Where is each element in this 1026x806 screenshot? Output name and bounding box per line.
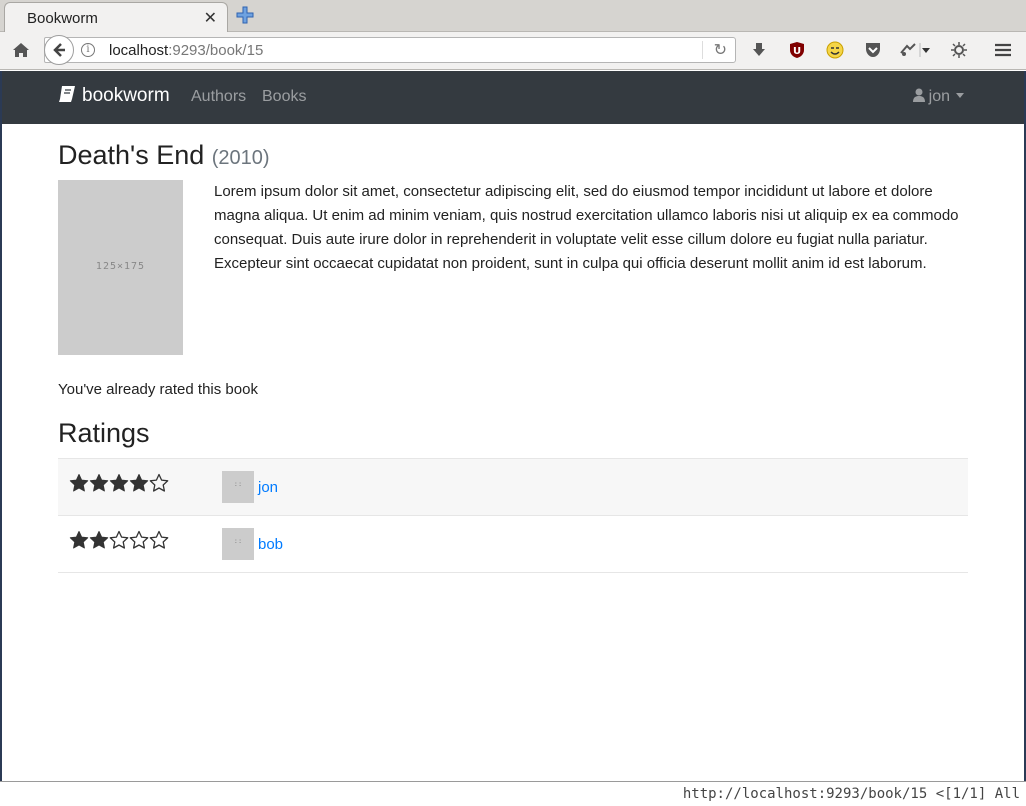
ublock-icon[interactable]: U xyxy=(788,41,806,59)
star-filled-icon xyxy=(109,474,129,492)
star-filled-icon xyxy=(89,474,109,492)
ratings-table: :: jon :: bob xyxy=(58,458,968,573)
avatar-placeholder-label: :: xyxy=(233,480,243,488)
rating-user: :: bob xyxy=(222,528,283,560)
app-navbar: bookworm Authors Books jon xyxy=(2,71,1024,124)
reload-icon[interactable]: ↻ xyxy=(714,40,727,60)
star-filled-icon xyxy=(129,474,149,492)
menu-icon[interactable] xyxy=(994,43,1012,57)
user-menu-dropdown[interactable]: jon xyxy=(912,88,964,106)
star-rating xyxy=(69,472,169,496)
close-tab-icon[interactable]: ✕ xyxy=(204,8,217,28)
star-rating xyxy=(69,529,169,553)
browser-tab[interactable]: Bookworm ✕ xyxy=(4,2,228,32)
home-icon[interactable] xyxy=(12,42,30,58)
table-row: :: bob xyxy=(58,516,968,573)
new-tab-icon[interactable] xyxy=(236,6,254,24)
rating-user: :: jon xyxy=(222,471,278,503)
book-icon xyxy=(59,86,75,102)
url-bar[interactable]: i localhost:9293/book/15 ↻ xyxy=(44,37,736,63)
status-url: http://localhost:9293/book/15 <[1/1] All xyxy=(682,786,1020,802)
table-row: :: jon xyxy=(58,459,968,516)
user-link[interactable]: bob xyxy=(258,536,283,553)
cover-placeholder-label: 125×175 xyxy=(95,261,146,272)
emoji-icon[interactable] xyxy=(826,41,844,59)
star-empty-icon xyxy=(149,473,169,492)
already-rated-message: You've already rated this book xyxy=(58,381,258,398)
back-arrow-icon xyxy=(53,43,65,57)
user-name: jon xyxy=(928,88,950,105)
star-filled-icon xyxy=(69,474,89,492)
avatar: :: xyxy=(222,528,254,560)
nav-books[interactable]: Books xyxy=(262,88,306,106)
pocket-icon[interactable] xyxy=(864,42,882,58)
book-title-heading: Death's End (2010) xyxy=(58,140,270,171)
star-empty-icon xyxy=(109,530,129,549)
chevron-down-icon xyxy=(956,93,964,98)
brand-label: bookworm xyxy=(82,85,170,106)
avatar: :: xyxy=(222,471,254,503)
nav-authors[interactable]: Authors xyxy=(191,88,246,106)
extension-icon[interactable] xyxy=(898,41,932,59)
info-icon[interactable]: i xyxy=(81,43,95,57)
browser-toolbar: i localhost:9293/book/15 ↻ U xyxy=(0,32,1026,70)
url-text[interactable]: localhost:9293/book/15 xyxy=(109,42,263,59)
star-filled-icon xyxy=(89,531,109,549)
user-icon xyxy=(912,88,925,102)
settings-gear-icon[interactable] xyxy=(950,41,968,59)
download-icon[interactable] xyxy=(751,42,767,58)
viewport-left-border xyxy=(0,71,2,783)
back-button[interactable] xyxy=(44,35,74,65)
tab-title: Bookworm xyxy=(27,10,98,27)
book-year: (2010) xyxy=(211,147,270,169)
star-empty-icon xyxy=(129,530,149,549)
star-filled-icon xyxy=(69,531,89,549)
url-separator xyxy=(702,41,703,59)
star-empty-icon xyxy=(149,530,169,549)
avatar-placeholder-label: :: xyxy=(233,537,243,545)
browser-tab-bar: Bookworm ✕ xyxy=(0,0,1026,32)
browser-status-bar: http://localhost:9293/book/15 <[1/1] All xyxy=(0,781,1026,806)
user-link[interactable]: jon xyxy=(258,479,278,496)
svg-text:U: U xyxy=(793,46,801,57)
book-cover-placeholder: 125×175 xyxy=(58,180,183,355)
ratings-heading: Ratings xyxy=(58,418,150,448)
book-description: Lorem ipsum dolor sit amet, consectetur … xyxy=(214,183,959,272)
brand-link[interactable]: bookworm xyxy=(58,85,170,107)
book-title: Death's End xyxy=(58,140,205,170)
